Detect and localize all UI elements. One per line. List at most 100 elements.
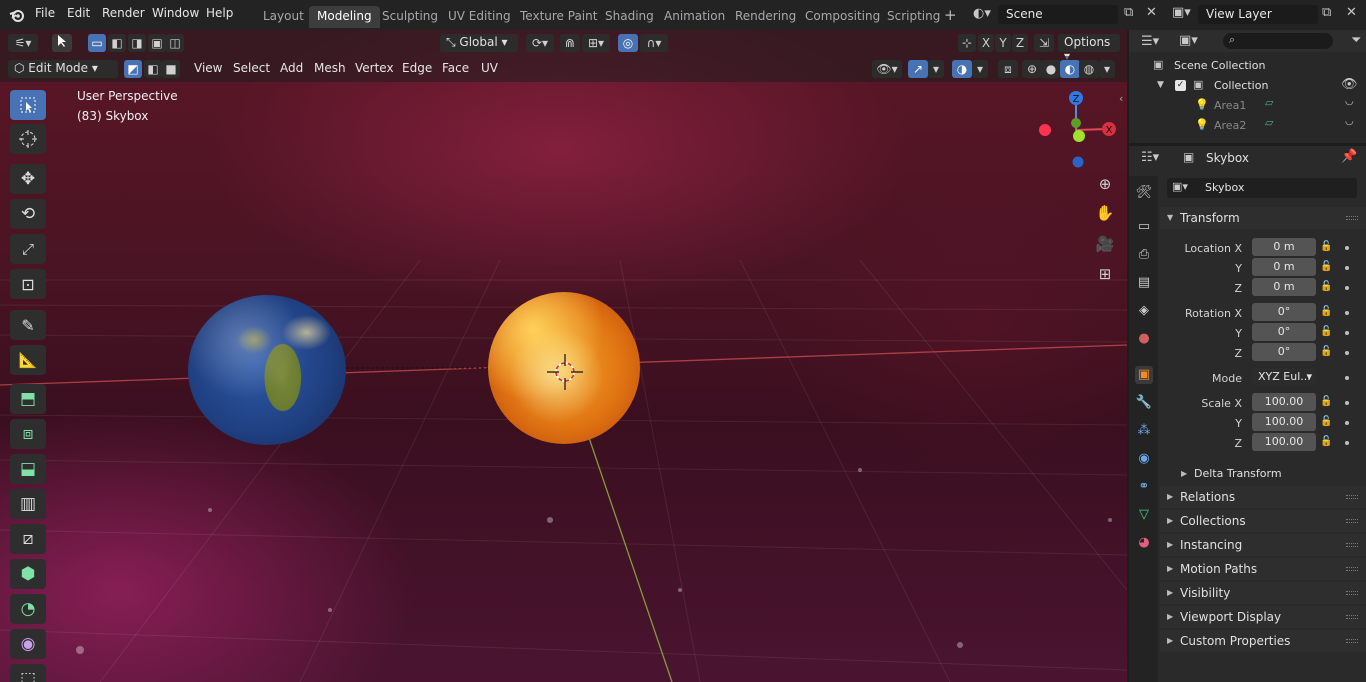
extrude-tool[interactable]: ⬒ [10, 384, 46, 414]
keyframe-dot-icon[interactable] [1345, 421, 1349, 425]
delete-scene-icon[interactable]: ✕ [1146, 5, 1157, 20]
tab-modeling[interactable]: Modeling [309, 6, 380, 28]
scene-selector[interactable]: Scene [998, 5, 1118, 24]
overlays-icon[interactable]: ◑ [952, 60, 972, 78]
collapse-sidebar-icon[interactable]: ‹ [1119, 92, 1123, 105]
loop-cut-tool[interactable]: ▥ [10, 489, 46, 519]
pan-hand-icon[interactable]: ✋ [1094, 204, 1116, 226]
menu-render[interactable]: Render [102, 6, 145, 20]
outliner-item-area2[interactable]: Area2 [1214, 119, 1246, 132]
object-name-field[interactable]: ▣▾ Skybox [1167, 178, 1357, 198]
tab-compositing[interactable]: Compositing [797, 6, 888, 28]
collection-label[interactable]: Collection [1214, 79, 1268, 92]
view-layer-tab-icon[interactable]: ▤ [1135, 274, 1153, 292]
properties-editor-icon[interactable]: ☷▾ [1141, 150, 1159, 165]
select-subtract-icon[interactable]: ◨ [128, 34, 146, 52]
menu-mesh[interactable]: Mesh [314, 61, 346, 75]
keyframe-dot-icon[interactable] [1345, 266, 1349, 270]
annotate-tool[interactable]: ✎ [10, 310, 46, 340]
visibility-toggle-icon[interactable]: ◡ [1345, 116, 1354, 127]
inset-tool[interactable]: ⧈ [10, 419, 46, 449]
blender-logo-icon[interactable] [8, 6, 26, 24]
mode-dropdown[interactable]: ⬡ Edit Mode ▾ [8, 60, 118, 78]
drag-grip-icon[interactable] [1346, 615, 1358, 619]
select-extend-icon[interactable]: ◧ [108, 34, 126, 52]
scale-x-field[interactable]: 100.00 [1252, 393, 1316, 411]
lock-icon[interactable]: 🔓 [1320, 241, 1332, 253]
visibility-toggle-icon[interactable]: ◡ [1345, 96, 1354, 107]
menu-uv[interactable]: UV [481, 61, 498, 75]
visibility-icon[interactable]: 👁▾ [872, 60, 902, 78]
world-tab-icon[interactable]: ● [1135, 330, 1153, 348]
lock-icon[interactable]: 🔓 [1320, 346, 1332, 358]
mirror-x-button[interactable]: X [978, 34, 994, 52]
delete-view-layer-icon[interactable]: ✕ [1346, 5, 1357, 20]
location-y-field[interactable]: 0 m [1252, 258, 1316, 276]
expand-arrow-icon[interactable]: ▼ [1157, 80, 1164, 90]
rotation-mode-dropdown[interactable]: XYZ Eul... ▾ [1252, 368, 1316, 386]
mirror-y-button[interactable]: Y [995, 34, 1011, 52]
transform-pivot-icon[interactable]: ⚟▾ [8, 34, 38, 52]
rotation-x-field[interactable]: 0° [1252, 303, 1316, 321]
select-intersect-icon[interactable]: ◫ [166, 34, 184, 52]
scale-z-field[interactable]: 100.00 [1252, 433, 1316, 451]
measure-tool[interactable]: 📐 [10, 345, 46, 375]
gizmo-dropdown-icon[interactable]: ▾ [928, 60, 944, 78]
new-scene-icon[interactable]: ⧉ [1124, 5, 1133, 20]
lock-icon[interactable]: 🔓 [1320, 416, 1332, 428]
output-tab-icon[interactable]: ⎙ [1135, 246, 1153, 264]
menu-select[interactable]: Select [233, 61, 270, 75]
falloff-icon[interactable]: ∩▾ [640, 34, 668, 52]
auto-merge-icon[interactable]: ⇲ [1034, 34, 1054, 52]
physics-tab-icon[interactable]: ◉ [1135, 450, 1153, 468]
3d-viewport[interactable]: ⚟▾ ▭ ◧ ◨ ▣ ◫ ⤡ Global ▾ ⟳▾ ⋒ ⊞▾ ◎ ∩▾ ⊹ X… [0, 30, 1127, 682]
drag-grip-icon[interactable] [1346, 543, 1358, 547]
particles-tab-icon[interactable]: ⁂ [1135, 422, 1153, 440]
tab-shading[interactable]: Shading [597, 6, 662, 28]
lock-icon[interactable]: 🔓 [1320, 326, 1332, 338]
face-select-icon[interactable]: ■ [162, 60, 180, 78]
pivot-point-icon[interactable]: ⟳▾ [526, 34, 554, 52]
eye-icon[interactable]: 👁 [1341, 77, 1358, 92]
camera-view-icon[interactable]: 🎥 [1094, 235, 1116, 257]
edge-slide-tool[interactable]: ⬚ [10, 664, 46, 682]
bevel-tool[interactable]: ⬓ [10, 454, 46, 484]
keyframe-dot-icon[interactable] [1345, 351, 1349, 355]
lock-icon[interactable]: 🔓 [1320, 306, 1332, 318]
knife-tool[interactable]: ⧄ [10, 524, 46, 554]
data-tab-icon[interactable]: ▽ [1135, 506, 1153, 524]
relations-panel-header[interactable]: ▶ Relations [1160, 486, 1366, 508]
new-view-layer-icon[interactable]: ⧉ [1322, 5, 1331, 20]
select-box-tool[interactable] [10, 90, 46, 120]
menu-edit[interactable]: Edit [67, 6, 90, 20]
scene-collection-label[interactable]: Scene Collection [1174, 59, 1265, 72]
delta-transform-header[interactable]: ▶ Delta Transform [1174, 463, 1366, 485]
drag-grip-icon[interactable] [1346, 591, 1358, 595]
poly-build-tool[interactable]: ⬢ [10, 559, 46, 589]
motion-paths-panel-header[interactable]: ▶ Motion Paths [1160, 558, 1366, 580]
tab-uv-editing[interactable]: UV Editing [440, 6, 519, 28]
select-tool-icon[interactable] [52, 34, 72, 52]
drag-grip-icon[interactable] [1346, 495, 1358, 499]
lock-icon[interactable]: 🔓 [1320, 281, 1332, 293]
menu-face[interactable]: Face [442, 61, 469, 75]
vertex-select-icon[interactable]: ◩ [124, 60, 142, 78]
move-tool[interactable]: ✥ [10, 164, 46, 194]
transform-panel-header[interactable]: ▼ Transform [1160, 207, 1366, 229]
tab-rendering[interactable]: Rendering [727, 6, 804, 28]
menu-file[interactable]: File [35, 6, 55, 20]
menu-edge[interactable]: Edge [402, 61, 432, 75]
menu-help[interactable]: Help [206, 6, 233, 20]
mirror-z-button[interactable]: Z [1012, 34, 1028, 52]
gizmo-icon[interactable]: ↗ [908, 60, 928, 78]
drag-grip-icon[interactable] [1346, 519, 1358, 523]
tool-tab-icon[interactable]: 🛠 [1135, 184, 1153, 202]
smooth-tool[interactable]: ◉ [10, 629, 46, 659]
shading-dropdown-icon[interactable]: ▾ [1099, 60, 1115, 78]
collections-panel-header[interactable]: ▶ Collections [1160, 510, 1366, 532]
xray-icon[interactable]: ⧈ [998, 60, 1018, 78]
tab-scripting[interactable]: Scripting [879, 6, 948, 28]
collection-checkbox[interactable]: ✓ [1175, 80, 1186, 91]
select-invert-icon[interactable]: ▣ [148, 34, 166, 52]
keyframe-dot-icon[interactable] [1345, 331, 1349, 335]
